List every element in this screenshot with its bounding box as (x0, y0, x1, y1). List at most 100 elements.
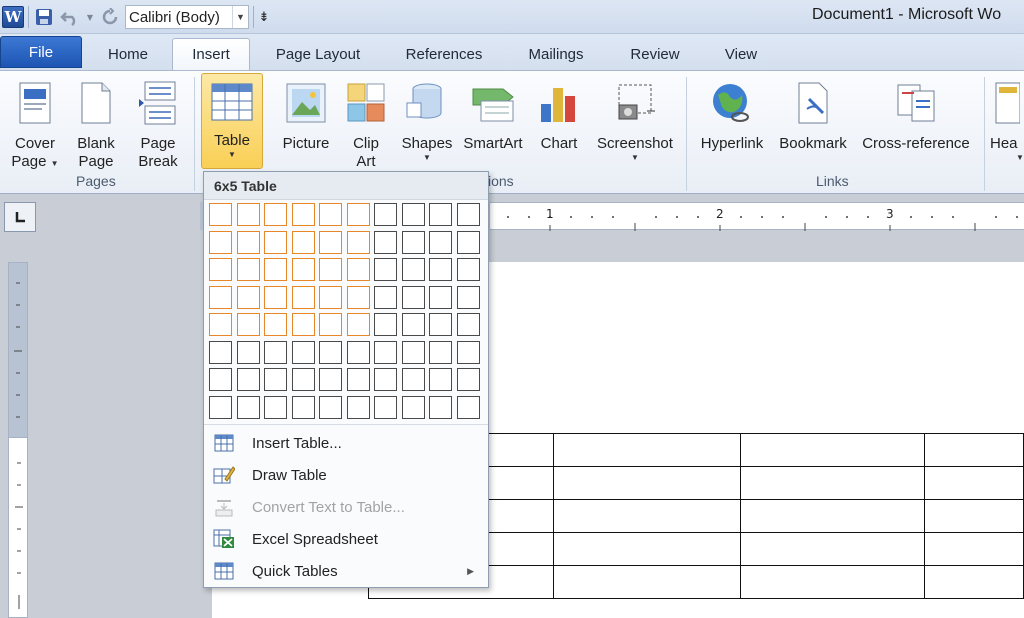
word-app-icon[interactable]: W (2, 6, 24, 28)
tab-file[interactable]: File (0, 36, 82, 68)
tab-view[interactable]: View (712, 38, 770, 70)
table-size-cell[interactable] (346, 203, 370, 226)
undo-dropdown-icon[interactable]: ▼ (85, 6, 95, 28)
table-size-cell[interactable] (401, 230, 425, 254)
table-cell[interactable] (553, 433, 741, 467)
cross-reference-button[interactable]: Cross-reference (856, 75, 976, 153)
table-size-cell[interactable] (319, 340, 342, 364)
picture-button[interactable]: Picture (278, 75, 334, 153)
table-cell[interactable] (924, 433, 1024, 467)
customize-qat-icon[interactable]: ⇟ (258, 6, 270, 28)
redo-icon[interactable] (99, 6, 121, 28)
insert-table-menu-item[interactable]: Insert Table... (204, 427, 488, 459)
table-size-cell[interactable] (429, 368, 452, 391)
table-size-cell[interactable] (456, 340, 480, 364)
screenshot-button[interactable]: Screenshot ▼ (590, 75, 680, 163)
table-size-cell[interactable] (236, 258, 260, 281)
table-size-cell[interactable] (401, 258, 425, 281)
tab-review[interactable]: Review (618, 38, 692, 70)
table-size-cell[interactable] (346, 230, 370, 254)
convert-text-to-table-menu-item[interactable]: Convert Text to Table... (204, 491, 488, 523)
table-size-cell[interactable] (319, 395, 342, 419)
table-size-cell[interactable] (291, 203, 315, 226)
table-size-cell[interactable] (209, 285, 232, 309)
table-size-cell[interactable] (429, 340, 452, 364)
table-cell[interactable] (739, 532, 926, 566)
table-size-cell[interactable] (209, 395, 232, 419)
table-size-cell[interactable] (374, 285, 397, 309)
table-cell[interactable] (924, 532, 1024, 566)
table-size-cell[interactable] (236, 368, 260, 391)
chart-button[interactable]: Chart (534, 75, 584, 153)
undo-icon[interactable] (59, 6, 81, 28)
table-size-cell[interactable] (236, 230, 260, 254)
table-cell[interactable] (924, 565, 1024, 599)
table-size-cell[interactable] (319, 258, 342, 281)
table-size-cell[interactable] (209, 340, 232, 364)
table-size-cell[interactable] (319, 285, 342, 309)
table-cell[interactable] (739, 433, 926, 467)
table-size-cell[interactable] (291, 395, 315, 419)
table-cell[interactable] (553, 532, 741, 566)
table-size-cell[interactable] (319, 203, 342, 226)
table-size-cell[interactable] (236, 285, 260, 309)
table-size-cell[interactable] (319, 230, 342, 254)
table-size-cell[interactable] (456, 203, 480, 226)
draw-table-menu-item[interactable]: Draw Table (204, 459, 488, 491)
table-cell[interactable] (553, 466, 741, 500)
table-size-cell[interactable] (429, 230, 452, 254)
table-size-cell[interactable] (429, 203, 452, 226)
smartart-button[interactable]: SmartArt (460, 75, 526, 153)
table-size-cell[interactable] (456, 285, 480, 309)
table-size-cell[interactable] (401, 395, 425, 419)
table-size-cell[interactable] (456, 313, 480, 336)
cover-page-button[interactable]: Cover Page ▼ (6, 75, 64, 171)
table-size-cell[interactable] (346, 368, 370, 391)
table-size-cell[interactable] (264, 313, 287, 336)
table-size-cell[interactable] (291, 285, 315, 309)
table-size-cell[interactable] (209, 258, 232, 281)
table-size-cell[interactable] (346, 313, 370, 336)
header-button[interactable]: Hea ▼ (990, 75, 1024, 163)
table-cell[interactable] (739, 466, 926, 500)
table-size-cell[interactable] (264, 395, 287, 419)
table-size-cell[interactable] (236, 313, 260, 336)
table-size-cell[interactable] (374, 203, 397, 226)
hyperlink-button[interactable]: Hyperlink (694, 75, 770, 153)
table-size-cell[interactable] (401, 368, 425, 391)
table-size-cell[interactable] (346, 285, 370, 309)
table-size-cell[interactable] (291, 313, 315, 336)
page-break-button[interactable]: Page Break (132, 75, 184, 171)
table-size-cell[interactable] (264, 285, 287, 309)
table-size-grid[interactable] (209, 203, 480, 419)
table-size-cell[interactable] (346, 340, 370, 364)
table-size-cell[interactable] (346, 258, 370, 281)
table-size-cell[interactable] (319, 313, 342, 336)
table-size-cell[interactable] (236, 395, 260, 419)
table-size-cell[interactable] (374, 395, 397, 419)
table-size-cell[interactable] (291, 230, 315, 254)
table-size-cell[interactable] (374, 258, 397, 281)
table-size-cell[interactable] (346, 395, 370, 419)
table-size-cell[interactable] (264, 203, 287, 226)
table-size-cell[interactable] (401, 340, 425, 364)
table-size-cell[interactable] (319, 368, 342, 391)
table-size-cell[interactable] (264, 340, 287, 364)
bookmark-button[interactable]: Bookmark (774, 75, 852, 153)
tab-page-layout[interactable]: Page Layout (262, 38, 374, 70)
tab-insert[interactable]: Insert (172, 38, 250, 70)
table-size-cell[interactable] (456, 395, 480, 419)
table-button[interactable]: Table ▼ (201, 73, 263, 169)
quick-tables-menu-item[interactable]: Quick Tables ▶ (204, 555, 488, 587)
table-cell[interactable] (924, 499, 1024, 533)
table-size-cell[interactable] (264, 258, 287, 281)
table-size-cell[interactable] (236, 340, 260, 364)
save-icon[interactable] (33, 6, 55, 28)
excel-spreadsheet-menu-item[interactable]: Excel Spreadsheet (204, 523, 488, 555)
table-size-cell[interactable] (456, 368, 480, 391)
blank-page-button[interactable]: Blank Page (72, 75, 120, 171)
table-size-cell[interactable] (374, 313, 397, 336)
table-size-cell[interactable] (429, 258, 452, 281)
table-size-cell[interactable] (374, 368, 397, 391)
table-size-cell[interactable] (401, 203, 425, 226)
